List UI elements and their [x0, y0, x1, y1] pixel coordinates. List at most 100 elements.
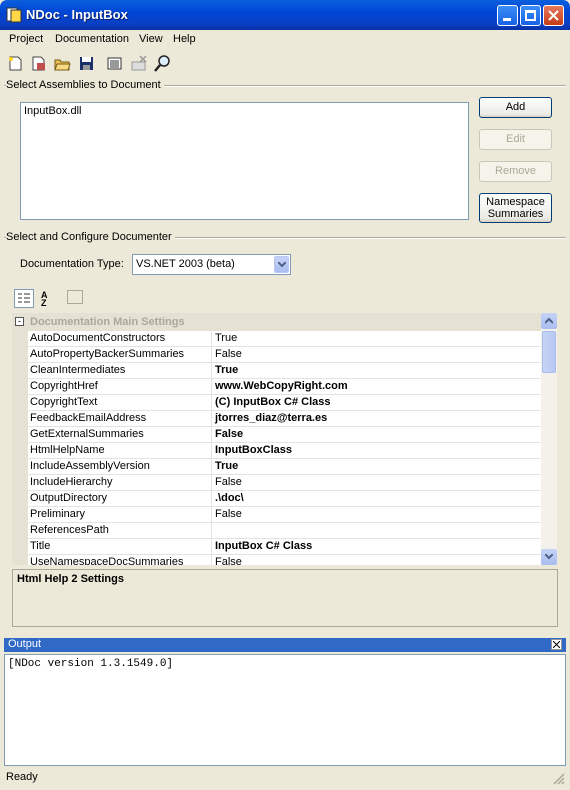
dropdown-button[interactable] [274, 256, 289, 273]
property-name: AutoDocumentConstructors [30, 332, 166, 344]
column-separator[interactable] [211, 379, 212, 395]
assembly-list[interactable]: InputBox.dll [20, 102, 469, 220]
categorized-icon [18, 293, 30, 303]
property-row[interactable]: CleanIntermediates True [28, 363, 541, 379]
column-separator[interactable] [211, 475, 212, 491]
scroll-thumb[interactable] [542, 331, 556, 373]
column-separator[interactable] [211, 363, 212, 379]
property-value[interactable]: (C) InputBox C# Class [215, 396, 331, 408]
output-close-button[interactable] [551, 639, 562, 650]
property-name: CleanIntermediates [30, 364, 126, 376]
property-value[interactable]: InputBoxClass [215, 444, 292, 456]
documentation-type-value: VS.NET 2003 (beta) [136, 258, 235, 270]
close-button[interactable] [543, 5, 564, 26]
property-row[interactable]: Preliminary False [28, 507, 541, 523]
column-separator[interactable] [211, 459, 212, 475]
column-separator[interactable] [211, 539, 212, 555]
property-row[interactable]: CopyrightHref www.WebCopyRight.com [28, 379, 541, 395]
property-name: FeedbackEmailAddress [30, 412, 147, 424]
cancel-build-icon[interactable] [130, 55, 147, 72]
property-row[interactable]: OutputDirectory .\doc\ [28, 491, 541, 507]
categorized-button[interactable] [14, 289, 34, 308]
scroll-up-button[interactable] [541, 313, 557, 329]
add-button[interactable]: Add [479, 97, 552, 118]
maximize-button[interactable] [520, 5, 541, 26]
assemblies-section-label: Select Assemblies to Document [6, 79, 164, 91]
scroll-down-button[interactable] [541, 549, 557, 565]
namespace-summaries-button[interactable]: Namespace Summaries [479, 193, 552, 223]
property-value[interactable]: www.WebCopyRight.com [215, 380, 348, 392]
property-value[interactable]: False [215, 508, 242, 520]
property-value[interactable]: False [215, 556, 242, 565]
property-row[interactable]: UseNamespaceDocSummaries False [28, 555, 541, 565]
column-separator[interactable] [211, 395, 212, 411]
documenter-section-label: Select and Configure Documenter [6, 231, 175, 243]
property-value[interactable]: True [215, 364, 238, 376]
output-text: [NDoc version 1.3.1549.0] [8, 658, 174, 670]
property-row[interactable]: AutoDocumentConstructors True [28, 331, 541, 347]
property-list[interactable]: - Documentation Main Settings AutoDocume… [12, 313, 541, 565]
grid-gutter [12, 313, 28, 565]
column-separator[interactable] [211, 555, 212, 565]
alphabetical-button[interactable]: AZ [39, 289, 59, 308]
documentation-type-label: Documentation Type: [20, 258, 124, 270]
category-row[interactable]: - Documentation Main Settings [12, 313, 541, 331]
new-project-icon[interactable] [7, 55, 24, 72]
column-separator[interactable] [211, 411, 212, 427]
assembly-item[interactable]: InputBox.dll [24, 105, 81, 117]
column-separator[interactable] [211, 507, 212, 523]
property-pages-icon[interactable] [67, 290, 83, 304]
property-row[interactable]: Title InputBox C# Class [28, 539, 541, 555]
description-pane: Html Help 2 Settings [12, 569, 558, 627]
save-icon[interactable] [78, 55, 95, 72]
menu-project[interactable]: Project [9, 33, 43, 45]
output-log[interactable]: [NDoc version 1.3.1549.0] [4, 654, 566, 766]
property-value[interactable]: True [215, 460, 238, 472]
minimize-button[interactable] [497, 5, 518, 26]
view-icon[interactable] [154, 55, 171, 72]
property-value[interactable]: jtorres_diaz@terra.es [215, 412, 327, 424]
property-scrollbar[interactable] [541, 313, 557, 565]
property-row[interactable]: CopyrightText (C) InputBox C# Class [28, 395, 541, 411]
collapse-icon[interactable]: - [15, 317, 24, 326]
description-title: Html Help 2 Settings [17, 573, 124, 585]
minimize-icon [503, 18, 511, 21]
column-separator[interactable] [211, 491, 212, 507]
property-value[interactable]: True [215, 332, 237, 344]
column-separator[interactable] [211, 347, 212, 363]
close-icon [548, 10, 559, 21]
property-value[interactable]: False [215, 348, 242, 360]
property-row[interactable]: ReferencesPath [28, 523, 541, 539]
menu-view[interactable]: View [139, 33, 163, 45]
chevron-down-icon [545, 554, 553, 560]
property-value[interactable]: .\doc\ [215, 492, 244, 504]
edit-button[interactable]: Edit [479, 129, 552, 150]
new-from-solution-icon[interactable] [30, 55, 47, 72]
alphabetical-icon: AZ [41, 290, 48, 308]
property-name: CopyrightText [30, 396, 98, 408]
menu-help[interactable]: Help [173, 33, 196, 45]
column-separator[interactable] [211, 443, 212, 459]
property-row[interactable]: GetExternalSummaries False [28, 427, 541, 443]
property-value[interactable]: False [215, 428, 243, 440]
property-row[interactable]: AutoPropertyBackerSummaries False [28, 347, 541, 363]
open-icon[interactable] [54, 55, 71, 72]
resize-grip-icon[interactable] [553, 773, 565, 785]
column-separator[interactable] [211, 331, 212, 347]
property-row[interactable]: FeedbackEmailAddress jtorres_diaz@terra.e… [28, 411, 541, 427]
property-row[interactable]: IncludeAssemblyVersion True [28, 459, 541, 475]
property-name: HtmlHelpName [30, 444, 105, 456]
property-name: OutputDirectory [30, 492, 108, 504]
chevron-up-icon [545, 318, 553, 324]
column-separator[interactable] [211, 427, 212, 443]
menu-documentation[interactable]: Documentation [55, 33, 129, 45]
property-value[interactable]: False [215, 476, 242, 488]
property-row[interactable]: IncludeHierarchy False [28, 475, 541, 491]
remove-button[interactable]: Remove [479, 161, 552, 182]
property-name: CopyrightHref [30, 380, 98, 392]
column-separator[interactable] [211, 523, 212, 539]
documentation-type-select[interactable]: VS.NET 2003 (beta) [132, 254, 291, 275]
property-value[interactable]: InputBox C# Class [215, 540, 312, 552]
property-row[interactable]: HtmlHelpName InputBoxClass [28, 443, 541, 459]
build-icon[interactable] [106, 55, 123, 72]
